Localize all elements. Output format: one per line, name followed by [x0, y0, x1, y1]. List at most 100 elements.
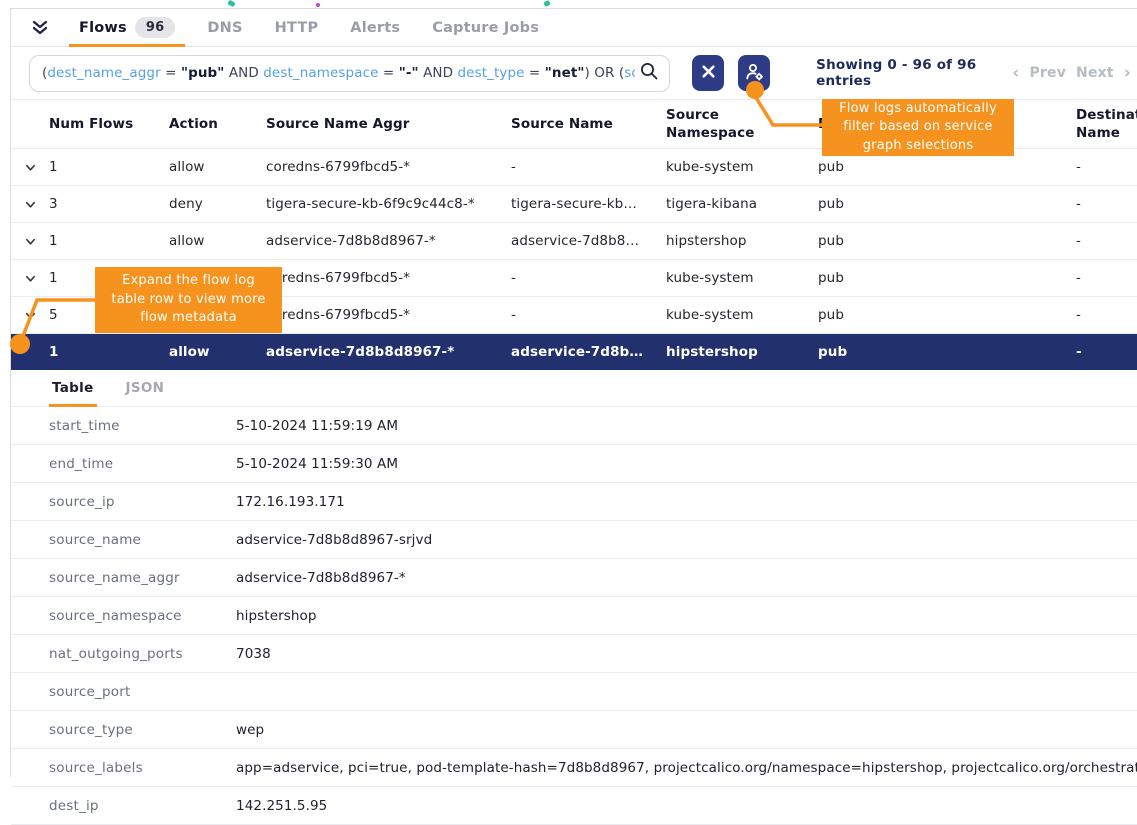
- col-destination-name[interactable]: Destination Name: [1076, 106, 1137, 142]
- detail-key: source_type: [49, 722, 236, 738]
- detail-key: dest_ip: [49, 798, 236, 814]
- cell-source-namespace: kube-system: [666, 270, 818, 286]
- cell-source-name-aggr: tigera-secure-kb-6f9c9c44c8-*: [266, 196, 511, 212]
- chevron-down-icon[interactable]: [11, 235, 49, 248]
- chevron-down-icon[interactable]: [11, 309, 49, 322]
- flow-table-row[interactable]: 3denytigera-secure-kb-6f9c9c44c8-*tigera…: [11, 186, 1137, 223]
- query-segment: =: [379, 65, 399, 81]
- query-filter-input[interactable]: (dest_name_aggr = "pub" AND dest_namespa…: [29, 55, 670, 92]
- detail-tab-json-label: JSON: [126, 380, 165, 396]
- log-type-tabbar: Flows 96 DNS HTTP Alerts Capture Jobs: [11, 9, 1137, 47]
- col-num-flows[interactable]: Num Flows: [49, 115, 169, 133]
- tab-alerts-label: Alerts: [350, 20, 400, 36]
- close-icon: [701, 64, 716, 82]
- search-icon[interactable]: [639, 61, 659, 85]
- cell-destination-name: -: [1076, 196, 1137, 212]
- detail-row: source_nameadservice-7d8b8d8967-srjvd: [11, 521, 1137, 559]
- cell-num: 1: [49, 233, 169, 249]
- tooltip-filter-annotation: Flow logs automatically filter based on …: [822, 99, 1014, 156]
- cell-destination-name: -: [1076, 344, 1137, 360]
- col-source-namespace[interactable]: Source Namespace: [666, 106, 818, 142]
- cell-source-name: adservice-7d8b8…: [511, 233, 666, 249]
- query-segment: =: [525, 65, 545, 81]
- query-segment: "-": [399, 65, 419, 81]
- detail-row: source_name_aggradservice-7d8b8d8967-*: [11, 559, 1137, 597]
- detail-value: adservice-7d8b8d8967-srjvd: [236, 532, 1137, 548]
- cell-source-name: adservice-7d8b8…: [511, 344, 666, 360]
- cell-dest-name-aggr: pub: [818, 233, 1076, 249]
- query-segment: =: [161, 65, 181, 81]
- query-segment: AND: [419, 65, 458, 81]
- detail-row: start_time5-10-2024 11:59:19 AM: [11, 407, 1137, 445]
- cell-action: deny: [169, 196, 266, 212]
- tab-flows-label: Flows: [79, 20, 127, 36]
- tooltip-expand-annotation: Expand the flow log table row to view mo…: [95, 267, 282, 333]
- entries-count-text: Showing 0 - 96 of 96 entries: [816, 57, 1012, 89]
- cell-dest-name-aggr: pub: [818, 270, 1076, 286]
- detail-tabbar: Table JSON: [11, 370, 1137, 407]
- tab-alerts[interactable]: Alerts: [334, 9, 416, 46]
- cell-destination-name: -: [1076, 270, 1137, 286]
- detail-key: source_namespace: [49, 608, 236, 624]
- chevron-right-icon[interactable]: ›: [1124, 63, 1131, 83]
- cell-num: 1: [49, 159, 169, 175]
- flow-table-body: 1allowcoredns-6799fbcd5-*-kube-systempub…: [11, 149, 1137, 370]
- query-segment: ) OR (: [585, 65, 625, 81]
- detail-value: wep: [236, 722, 1137, 738]
- query-segment: dest_type: [458, 65, 525, 81]
- detail-row: nat_outgoing_ports7038: [11, 635, 1137, 673]
- detail-row: source_typewep: [11, 711, 1137, 749]
- tabs: Flows 96 DNS HTTP Alerts Capture Jobs: [63, 9, 555, 46]
- flow-table-row[interactable]: 1allowadservice-7d8b8d8967-*adservice-7d…: [11, 223, 1137, 260]
- customize-columns-button[interactable]: [738, 55, 770, 91]
- detail-tab-table[interactable]: Table: [49, 370, 97, 406]
- cell-destination-name: -: [1076, 307, 1137, 323]
- clear-filter-button[interactable]: [692, 55, 724, 91]
- detail-row: dest_ip142.251.5.95: [11, 787, 1137, 825]
- cell-action: allow: [169, 344, 266, 360]
- query-segment: "net": [545, 65, 585, 81]
- query-filter-text: (dest_name_aggr = "pub" AND dest_namespa…: [42, 65, 635, 81]
- detail-value: adservice-7d8b8d8967-*: [236, 570, 1137, 586]
- cell-action: allow: [169, 159, 266, 175]
- cell-source-name-aggr: adservice-7d8b8d8967-*: [266, 233, 511, 249]
- detail-key: source_name_aggr: [49, 570, 236, 586]
- cell-source-name: tigera-secure-kb…: [511, 196, 666, 212]
- chevron-down-icon[interactable]: [11, 272, 49, 285]
- tab-capture-jobs-label: Capture Jobs: [432, 20, 539, 36]
- tab-dns[interactable]: DNS: [191, 9, 258, 46]
- query-segment: source_name_aggr: [624, 65, 635, 81]
- cell-dest-name-aggr: pub: [818, 344, 1076, 360]
- cell-source-name-aggr: adservice-7d8b8d8967-*: [266, 344, 511, 360]
- cell-source-name-aggr: coredns-6799fbcd5-*: [266, 307, 511, 323]
- user-gear-icon: [744, 62, 765, 85]
- chevron-left-icon[interactable]: ‹: [1012, 63, 1019, 83]
- pagination: ‹ Prev Next ›: [1012, 63, 1131, 83]
- double-chevron-down-icon[interactable]: [25, 13, 55, 43]
- detail-row: source_ip172.16.193.171: [11, 483, 1137, 521]
- flow-table-row-selected[interactable]: 1allowadservice-7d8b8d8967-*adservice-7d…: [11, 334, 1137, 370]
- chevron-down-icon[interactable]: [11, 161, 49, 174]
- col-source-name-aggr[interactable]: Source Name Aggr: [266, 115, 511, 133]
- graph-node-fragment: [316, 3, 320, 7]
- cell-source-name: -: [511, 270, 666, 286]
- detail-tab-table-label: Table: [52, 380, 94, 396]
- tab-flows[interactable]: Flows 96: [63, 9, 191, 46]
- cell-source-namespace: kube-system: [666, 307, 818, 323]
- chevron-down-icon[interactable]: [11, 198, 49, 211]
- detail-key: source_name: [49, 532, 236, 548]
- tab-capture-jobs[interactable]: Capture Jobs: [416, 9, 555, 46]
- col-source-name[interactable]: Source Name: [511, 115, 666, 133]
- tab-http[interactable]: HTTP: [259, 9, 335, 46]
- detail-value: 142.251.5.95: [236, 798, 1137, 814]
- next-page-button[interactable]: Next: [1076, 65, 1114, 81]
- cell-dest-name-aggr: pub: [818, 159, 1076, 175]
- query-segment: dest_name_aggr: [47, 65, 160, 81]
- cell-source-name: -: [511, 307, 666, 323]
- prev-page-button[interactable]: Prev: [1029, 65, 1066, 81]
- detail-key: nat_outgoing_ports: [49, 646, 236, 662]
- detail-tab-json[interactable]: JSON: [123, 370, 168, 406]
- service-graph-sliver: [0, 0, 1137, 8]
- cell-num: 1: [49, 344, 169, 360]
- col-action[interactable]: Action: [169, 115, 266, 133]
